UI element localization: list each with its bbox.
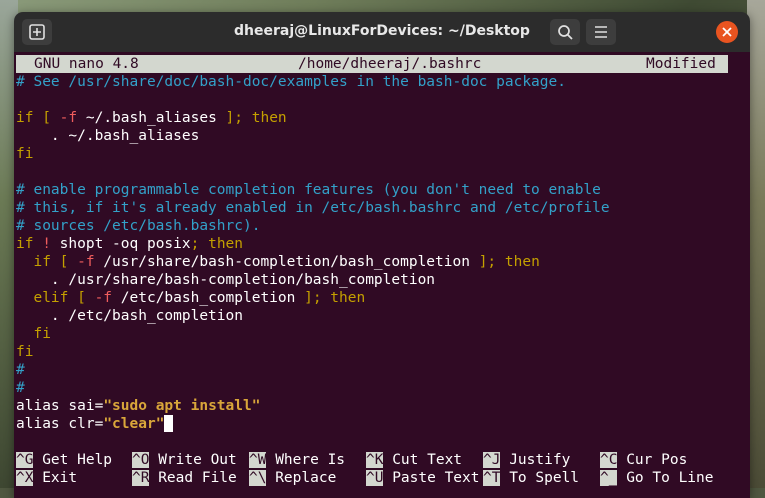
editor-line: # [16,362,25,378]
editor-line: . /etc/bash_completion [16,308,243,324]
search-button[interactable] [550,19,580,45]
shortcut-get-help[interactable]: ^G Get Help [16,451,112,469]
shortcut-write-out[interactable]: ^O Write Out [132,451,237,469]
nano-filename: /home/dheeraj/.bashrc [298,56,482,72]
editor-line: fi [16,326,51,342]
shortcut-justify[interactable]: ^J Justify [483,451,570,469]
editor-line: alias clr="clear" [16,415,174,433]
shortcut-go-to-line[interactable]: ^_ Go To Line [600,469,714,487]
text-cursor [164,415,174,432]
nano-version: GNU nano 4.8 [34,56,139,72]
editor-line: if ! shopt -oq posix; then [16,236,244,252]
editor-line: fi [16,344,34,360]
editor-line: fi [16,146,34,162]
shortcut-to-spell[interactable]: ^T To Spell [483,469,579,487]
window-titlebar[interactable]: dheeraj@LinuxForDevices: ~/Desktop [14,12,750,52]
editor-line: if [ -f /usr/share/bash-completion/bash_… [16,254,540,270]
close-icon [722,27,732,37]
nano-status: Modified [646,56,716,72]
editor-line: # [16,380,25,396]
shortcut-cut-text[interactable]: ^K Cut Text [366,451,462,469]
close-button[interactable] [716,21,738,43]
editor-line: # sources /etc/bash.bashrc). [16,218,261,234]
search-icon [558,25,573,40]
editor-line: . /usr/share/bash-completion/bash_comple… [16,272,436,288]
editor-line: . ~/.bash_aliases [16,128,200,144]
editor-line: alias sai="sudo apt install" [16,398,261,414]
nano-header: GNU nano 4.8/home/dheeraj/.bashrc Modifie… [16,55,728,73]
editor-line: elif [ -f /etc/bash_completion ]; then [16,290,366,306]
editor-line: # enable programmable completion feature… [16,182,601,198]
shortcut-read-file[interactable]: ^R Read File [132,469,237,487]
hamburger-menu-icon [595,26,607,38]
editor-line: if [ -f ~/.bash_aliases ]; then [16,110,287,126]
menu-button[interactable] [586,19,616,45]
terminal-window: dheeraj@LinuxForDevices: ~/Desktop GNU n… [14,12,750,498]
shortcut-paste-text[interactable]: ^U Paste Text [366,469,480,487]
editor-line: # See /usr/share/doc/bash-doc/examples i… [16,74,566,90]
shortcut-cur-pos[interactable]: ^C Cur Pos [600,451,687,469]
terminal-content[interactable]: GNU nano 4.8/home/dheeraj/.bashrc Modifie… [14,52,750,498]
window-title: dheeraj@LinuxForDevices: ~/Desktop [234,23,530,39]
shortcut-where-is[interactable]: ^W Where Is [249,451,345,469]
editor-line: # this, if it's already enabled in /etc/… [16,200,610,216]
shortcut-replace[interactable]: ^\ Replace [249,469,336,487]
shortcut-exit[interactable]: ^X Exit [16,469,77,487]
